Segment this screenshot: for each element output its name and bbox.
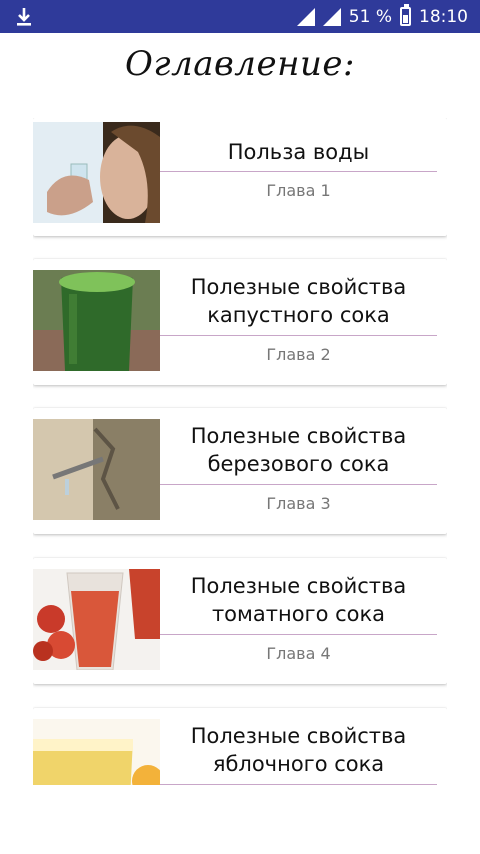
cabbage-juice-glass-image <box>33 270 160 371</box>
chapter-subtitle: Глава 1 <box>266 181 331 200</box>
chapter-card-1[interactable]: Польза воды Глава 1 <box>33 118 447 236</box>
chapter-subtitle: Глава 3 <box>266 494 331 513</box>
chapter-title-line: березового сока <box>207 452 390 476</box>
chapter-title-line: томатного сока <box>211 602 386 626</box>
tomato-juice-glasses-image <box>33 569 160 670</box>
chapter-card-2[interactable]: Полезные свойства капустного сока Глава … <box>33 259 447 385</box>
divider <box>160 784 437 785</box>
chapter-title-line: Польза воды <box>227 140 370 164</box>
birch-sap-tap-image <box>33 419 160 520</box>
chapter-title-line: Полезные свойства <box>190 424 407 448</box>
divider <box>160 335 437 336</box>
page-title: Оглавление: <box>125 44 355 84</box>
woman-drinking-water-image <box>33 122 160 223</box>
battery-percent: 51 % <box>348 6 392 27</box>
chapter-subtitle: Глава 2 <box>266 345 331 364</box>
chapter-title-line: Полезные свойства <box>190 275 407 299</box>
chapter-card-5[interactable]: Полезные свойства яблочного сока <box>33 708 447 785</box>
chapter-title-line: капустного сока <box>207 303 390 327</box>
signal-icon <box>322 7 341 26</box>
chapter-subtitle: Глава 4 <box>266 644 331 663</box>
chapter-card-3[interactable]: Полезные свойства березового сока Глава … <box>33 408 447 534</box>
download-icon <box>17 8 31 26</box>
apple-juice-glass-image <box>33 719 160 785</box>
divider <box>160 484 437 485</box>
chapter-card-4[interactable]: Полезные свойства томатного сока Глава 4 <box>33 558 447 684</box>
chapter-title-line: яблочного сока <box>212 752 385 776</box>
clock: 18:10 <box>419 6 468 27</box>
battery-icon <box>400 4 411 26</box>
signal-icon <box>296 7 315 26</box>
chapter-title-line: Полезные свойства <box>190 724 407 748</box>
chapter-title-line: Полезные свойства <box>190 574 407 598</box>
chapter-list[interactable]: Польза воды Глава 1 Полезные свойства ка… <box>33 118 447 785</box>
divider <box>160 171 437 172</box>
divider <box>160 634 437 635</box>
status-bar: 51 % 18:10 <box>0 0 480 33</box>
